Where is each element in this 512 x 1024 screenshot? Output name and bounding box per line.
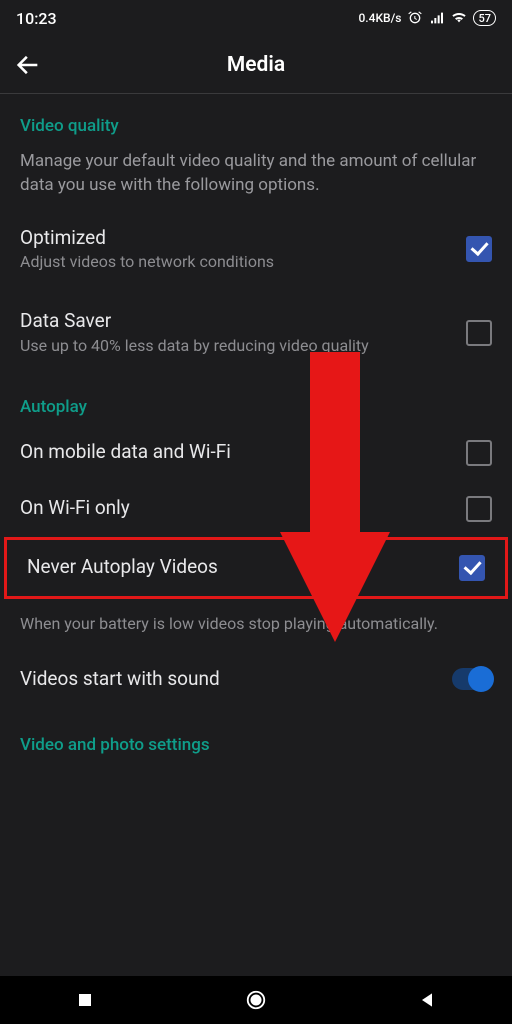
checkbox-icon[interactable]: [466, 440, 492, 466]
status-bar: 10:23 0.4KB/s 57: [0, 0, 512, 36]
option-title: Data Saver: [20, 309, 454, 334]
status-icons: 0.4KB/s 57: [358, 10, 496, 26]
highlight-annotation: Never Autoplay Videos: [4, 537, 508, 599]
toggle-on-icon[interactable]: [452, 668, 492, 690]
checkbox-icon[interactable]: [466, 496, 492, 522]
option-title: On mobile data and Wi-Fi: [20, 440, 454, 465]
settings-content: Video quality Manage your default video …: [0, 94, 512, 763]
option-title: Never Autoplay Videos: [27, 555, 447, 580]
video-quality-description: Manage your default video quality and th…: [0, 144, 512, 208]
nav-home-icon[interactable]: [245, 989, 267, 1011]
status-time: 10:23: [16, 9, 57, 28]
section-autoplay: Autoplay: [0, 375, 512, 425]
option-title: On Wi-Fi only: [20, 496, 454, 521]
page-title: Media: [14, 53, 498, 77]
option-subtitle: Use up to 40% less data by reducing vide…: [20, 336, 454, 357]
alarm-icon: [407, 10, 423, 26]
navigation-bar: [0, 976, 512, 1024]
checkbox-checked-icon[interactable]: [459, 555, 485, 581]
checkbox-icon[interactable]: [466, 320, 492, 346]
battery-indicator: 57: [473, 10, 496, 26]
autoplay-note: When your battery is low videos stop pla…: [0, 599, 512, 645]
network-speed: 0.4KB/s: [358, 11, 401, 25]
checkbox-checked-icon[interactable]: [466, 236, 492, 262]
option-subtitle: Adjust videos to network conditions: [20, 252, 454, 273]
nav-back-icon[interactable]: [416, 989, 438, 1011]
option-start-with-sound[interactable]: Videos start with sound: [0, 645, 512, 713]
option-title: Videos start with sound: [20, 667, 440, 692]
option-never-autoplay[interactable]: Never Autoplay Videos: [7, 540, 505, 596]
option-data-saver[interactable]: Data Saver Use up to 40% less data by re…: [0, 291, 512, 374]
section-video-quality: Video quality: [0, 94, 512, 144]
section-video-photo: Video and photo settings: [0, 713, 512, 763]
wifi-icon: [451, 10, 467, 26]
option-wifi-only[interactable]: On Wi-Fi only: [0, 481, 512, 537]
signal-icon: [429, 10, 445, 26]
option-mobile-wifi[interactable]: On mobile data and Wi-Fi: [0, 425, 512, 481]
option-optimized[interactable]: Optimized Adjust videos to network condi…: [0, 208, 512, 291]
app-bar: Media: [0, 36, 512, 94]
option-title: Optimized: [20, 226, 454, 251]
nav-recent-icon[interactable]: [74, 989, 96, 1011]
